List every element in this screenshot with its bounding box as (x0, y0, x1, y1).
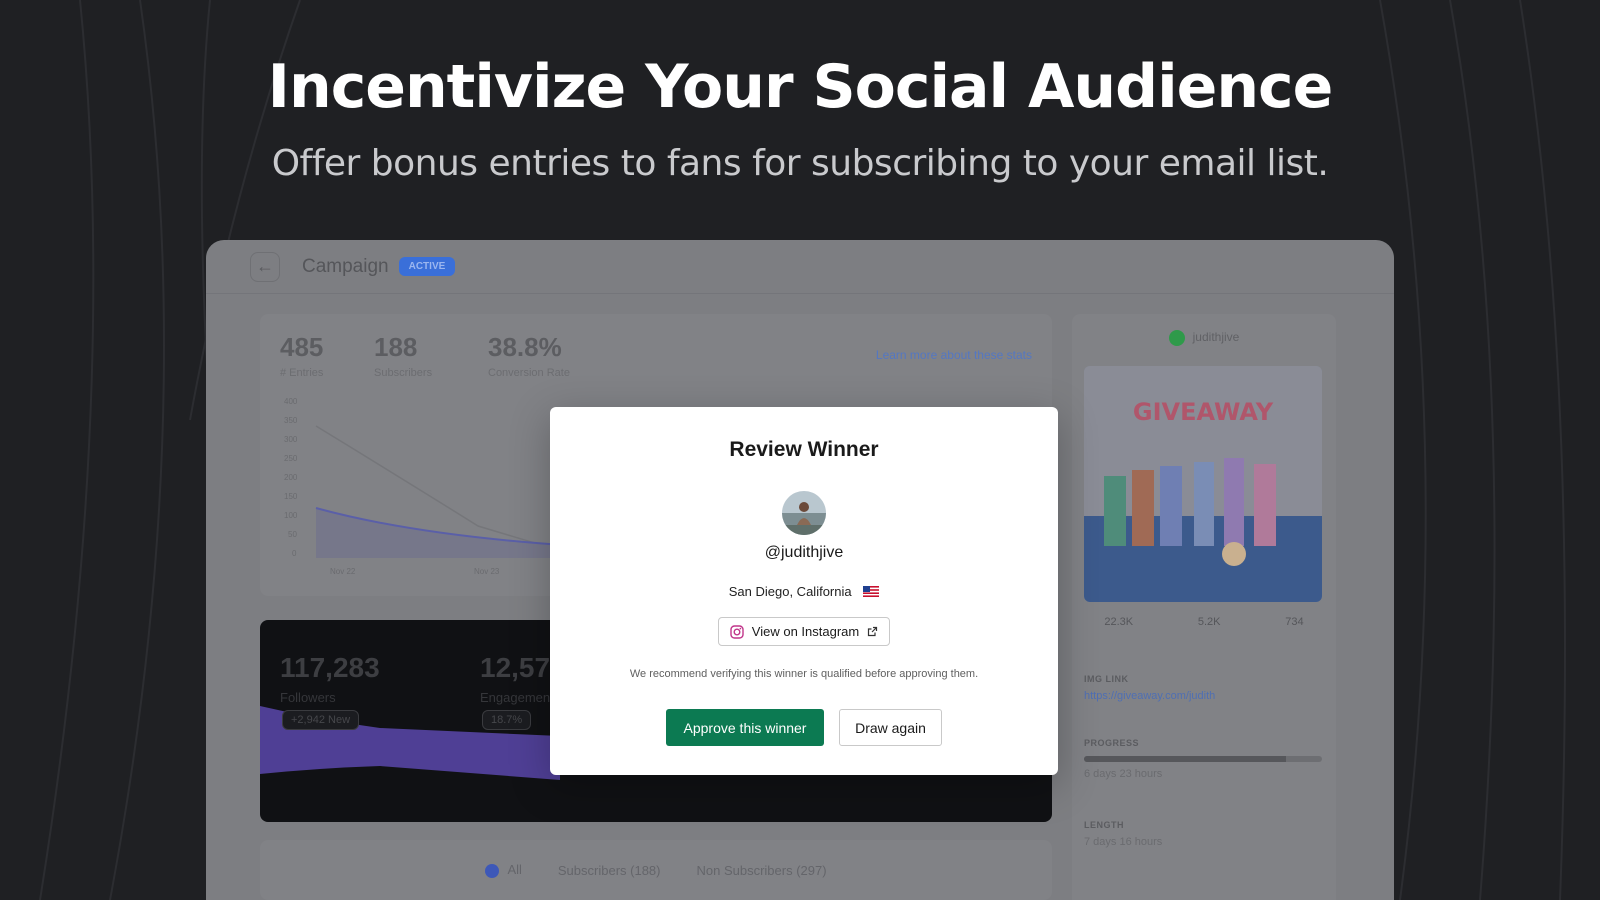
radio-selected-icon (485, 863, 500, 878)
learn-more-link[interactable]: Learn more about these stats (876, 348, 1032, 362)
link-section: IMG LINK https://giveaway.com/judith (1084, 674, 1322, 702)
section-label: PROGRESS (1084, 738, 1140, 748)
y-tick: 0 (292, 549, 297, 558)
progress-value: 6 days 23 hours (1084, 768, 1163, 780)
status-badge: ACTIVE (398, 257, 456, 276)
y-tick: 300 (284, 435, 298, 444)
winner-location: San Diego, California (550, 584, 1058, 600)
stat-label: Subscribers (374, 367, 433, 379)
location-text: San Diego, California (728, 584, 852, 599)
post-username: judithjive (1192, 330, 1240, 345)
y-tick: 50 (288, 530, 297, 539)
engagement-stat: 12,57 Engagement (480, 652, 554, 705)
hero-title: Incentivize Your Social Audience (267, 52, 1334, 122)
likes-metric: 5.2K (1197, 616, 1221, 628)
post-metrics: 22.3K 5.2K 734 (1072, 616, 1336, 628)
y-tick: 250 (284, 454, 298, 463)
modal-title: Review Winner (729, 438, 879, 461)
x-tick: Nov 22 (330, 567, 356, 576)
engagement-chip: 18.7% (482, 710, 532, 730)
verification-note: We recommend verifying this winner is qu… (629, 668, 979, 680)
winner-handle: @judithjive (764, 544, 844, 561)
filter-non-subscribers[interactable]: Non Subscribers (297) (697, 863, 827, 878)
external-link-icon (868, 626, 878, 637)
stat-entries: 485 # Entries (280, 332, 323, 379)
views-metric: 22.3K (1104, 616, 1134, 628)
progress-fill (1084, 756, 1287, 762)
section-label: LENGTH (1084, 820, 1124, 830)
stat-label: Engagement (480, 690, 554, 705)
app-topbar: ← Campaign ACTIVE (206, 240, 1394, 294)
section-label: IMG LINK (1084, 674, 1129, 684)
back-arrow-icon[interactable]: ← (250, 251, 280, 282)
page-title: Campaign (302, 255, 389, 277)
hero-subtitle: Offer bonus entries to fans for subscrib… (271, 143, 1329, 184)
view-on-instagram-button[interactable]: View on Instagram (718, 617, 890, 646)
progress-section: PROGRESS 6 days 23 hours (1084, 738, 1322, 780)
filter-all[interactable]: All (485, 862, 522, 878)
stat-label: Followers (280, 690, 336, 705)
y-tick: 150 (284, 492, 298, 501)
giveaway-post-image: GIVEAWAY (1084, 366, 1322, 602)
y-tick: 200 (284, 473, 298, 482)
entry-filter-tabs: All Subscribers (188) Non Subscribers (2… (260, 840, 1052, 900)
length-section: LENGTH 7 days 16 hours (1084, 820, 1322, 848)
instagram-button-label: View on Instagram (751, 624, 860, 639)
post-author: judithjive (1072, 330, 1336, 346)
instagram-icon (730, 624, 744, 639)
stat-value: 485 (280, 332, 324, 362)
post-link[interactable]: https://giveaway.com/judith (1084, 690, 1322, 702)
giveaway-image-art: GIVEAWAY (1084, 366, 1322, 602)
followers-chip: +2,942 New (282, 710, 360, 730)
y-tick: 400 (284, 397, 298, 406)
stat-label: Conversion Rate (488, 367, 570, 379)
stat-value: 38.8% (488, 332, 562, 362)
review-winner-modal: Review Winner @judithjive San Diego, Cal… (550, 407, 1058, 775)
us-flag-icon (863, 585, 880, 600)
x-tick: Nov 23 (474, 567, 500, 576)
stat-label: # Entries (280, 367, 324, 379)
draw-again-button[interactable]: Draw again (839, 709, 942, 746)
filter-subscribers[interactable]: Subscribers (188) (558, 863, 661, 878)
stat-conversion: 38.8% Conversion Rate (488, 332, 570, 379)
length-value: 7 days 16 hours (1084, 836, 1163, 848)
user-avatar-icon (1168, 330, 1185, 346)
y-tick: 350 (284, 416, 298, 425)
followers-stat: 117,283 Followers (280, 652, 380, 705)
filter-label: All (507, 862, 522, 878)
stat-subscribers: 188 Subscribers (374, 332, 432, 379)
stat-value: 117,283 (280, 652, 380, 683)
winner-avatar (782, 491, 826, 535)
y-tick: 100 (284, 511, 298, 520)
stat-value: 188 (374, 332, 418, 362)
stat-value: 12,57 (480, 652, 551, 683)
comments-metric: 734 (1285, 616, 1304, 628)
approve-winner-button[interactable]: Approve this winner (666, 709, 824, 746)
post-sidebar: judithjive GIVEAWAY 22.3K 5.2K 734 IMG L… (1072, 314, 1336, 900)
giveaway-text: GIVEAWAY (1133, 398, 1274, 426)
progress-bar (1084, 756, 1322, 762)
